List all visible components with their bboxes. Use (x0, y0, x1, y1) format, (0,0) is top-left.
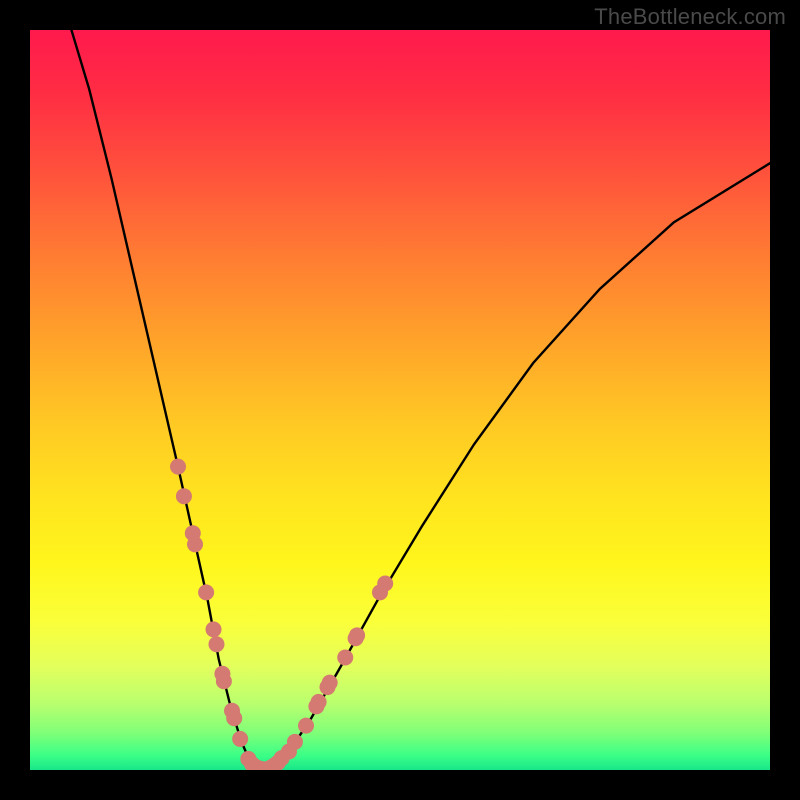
watermark-text: TheBottleneck.com (594, 4, 786, 30)
marker-dot (170, 459, 186, 475)
chart-frame: TheBottleneck.com (0, 0, 800, 800)
bottleneck-curve-svg (30, 30, 770, 770)
marker-dot (298, 718, 314, 734)
bottleneck-curve-path (67, 30, 770, 770)
marker-dot (287, 734, 303, 750)
plot-area (30, 30, 770, 770)
marker-dot (176, 488, 192, 504)
marker-dot (187, 536, 203, 552)
marker-dot (349, 627, 365, 643)
marker-dot (206, 621, 222, 637)
marker-dot (216, 673, 232, 689)
marker-dot (226, 710, 242, 726)
marker-dot (377, 576, 393, 592)
marker-dot (198, 584, 214, 600)
marker-dot (337, 650, 353, 666)
marker-dot (322, 675, 338, 691)
marker-dot (208, 636, 224, 652)
marker-dot (232, 731, 248, 747)
marker-dot (311, 694, 327, 710)
marker-dots-group (170, 459, 393, 770)
